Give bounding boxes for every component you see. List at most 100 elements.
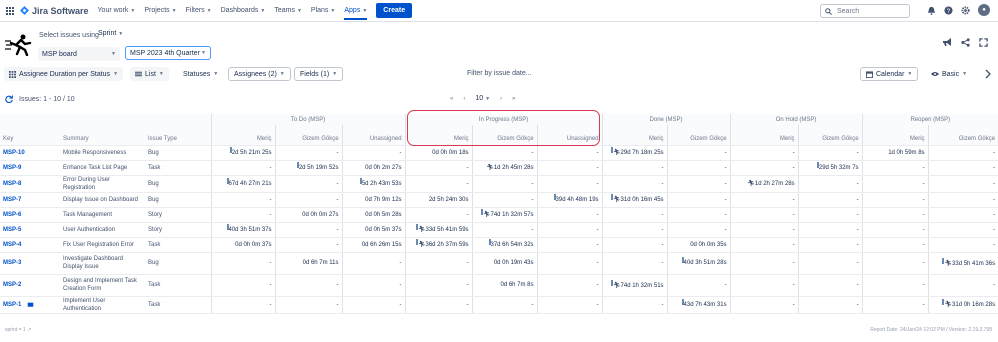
issue-key-link[interactable]: MSP-2 — [0, 274, 60, 297]
select-mode-dropdown[interactable]: Sprint ▼ — [98, 30, 123, 37]
duration-text: - — [531, 196, 534, 203]
assignee-column-header[interactable]: Meriç — [861, 125, 929, 146]
duration-cell: - — [927, 274, 998, 297]
nav-label: Plans — [310, 7, 329, 14]
duration-cell: - — [927, 175, 998, 193]
assignee-column-header[interactable]: Meriç — [210, 125, 276, 146]
create-button[interactable]: Create — [376, 3, 413, 18]
assignee-column-header[interactable]: Unassigned — [341, 125, 406, 146]
notifications-icon[interactable] — [927, 6, 936, 15]
duration-text: - — [596, 180, 599, 187]
fields-filter[interactable]: Fields (1) ▼ — [294, 67, 344, 81]
app-switcher-icon[interactable] — [6, 6, 14, 15]
issue-key-link[interactable]: MSP-4 — [0, 237, 60, 253]
duration-cell: - — [601, 252, 668, 275]
search-input[interactable]: Search — [820, 4, 910, 18]
duration-value: - — [802, 212, 859, 218]
assignee-column-header[interactable]: Gizem Gökçe — [666, 125, 731, 146]
duration-cell: 0d 6h 7m 8s — [471, 274, 538, 297]
duration-text: - — [466, 211, 469, 218]
next-page-icon[interactable]: › — [500, 96, 502, 102]
share-icon[interactable] — [961, 38, 970, 47]
first-page-icon[interactable]: « — [450, 96, 453, 102]
duration-cell: 67d 4h 27m 21s — [210, 175, 276, 193]
fullscreen-icon[interactable] — [979, 38, 988, 47]
duration-cell: - — [536, 145, 603, 161]
sprint-select[interactable]: MSP 2023 4th Quarter ▼ — [125, 46, 211, 60]
last-page-icon[interactable]: » — [512, 96, 515, 102]
nav-apps[interactable]: Apps ▼ — [344, 1, 368, 20]
issue-key-link[interactable]: MSP-5 — [0, 222, 60, 238]
duration-text: 74d 1h 32m 51s — [620, 282, 664, 289]
issue-key-link[interactable]: MSP-8 — [0, 175, 60, 193]
duration-value: 40d 3h 51m 37s — [215, 223, 272, 233]
assignee-column-header[interactable]: Meriç — [601, 125, 668, 146]
assignees-filter[interactable]: Assignees (2) ▼ — [228, 67, 291, 81]
duration-text: - — [466, 260, 469, 266]
page-size-select[interactable]: 10 ▼ — [475, 95, 490, 102]
duration-text: 2d 5h 19m 52s — [298, 164, 339, 171]
issue-key-link[interactable]: MSP-9 — [0, 160, 60, 176]
prev-page-icon[interactable]: ‹ — [463, 96, 465, 102]
scroll-right-icon[interactable] — [985, 69, 991, 79]
duration-text: 74d 1h 32m 57s — [490, 212, 534, 218]
duration-text: 0d 6h 7m 8s — [500, 282, 534, 288]
duration-value: - — [541, 260, 599, 266]
eye-icon — [931, 72, 939, 76]
issue-type: Bug — [145, 175, 212, 193]
issue-key-link[interactable]: MSP-10 — [0, 145, 60, 161]
group-header: Done (MSP) — [601, 114, 731, 125]
issue-key-link[interactable]: MSP-3 — [0, 252, 60, 275]
board-select[interactable]: MSP board ▼ — [38, 47, 120, 61]
type-header[interactable]: Issue Type — [145, 125, 212, 146]
nav-plans[interactable]: Plans ▼ — [311, 7, 335, 14]
assignee-column-header[interactable]: Gizem Gökçe — [797, 125, 863, 146]
help-icon[interactable]: ? — [944, 5, 953, 15]
assignee-column-header[interactable]: Meriç — [729, 125, 799, 146]
assignee-column-header[interactable]: Gizem Gökçe — [927, 125, 998, 146]
refresh-icon[interactable] — [5, 95, 13, 103]
nav-your-work[interactable]: Your work ▼ — [98, 7, 136, 14]
duration-value: - — [932, 242, 995, 248]
issue-key-link[interactable]: MSP-7 — [0, 192, 60, 208]
settings-icon[interactable] — [961, 5, 970, 15]
avatar[interactable]: ● — [978, 4, 990, 16]
issue-key-link[interactable]: MSP-1 ▮▮▮ — [0, 296, 60, 314]
mode-select[interactable]: Basic ▼ — [926, 67, 972, 81]
duration-cell: 2d 5h 24m 30s — [404, 192, 473, 208]
report-type-select[interactable]: Assignee Duration per Status ▼ — [4, 67, 124, 81]
duration-text: - — [993, 149, 996, 156]
issue-summary: Implement User Authentication — [60, 296, 145, 314]
search-placeholder: Search — [837, 7, 860, 15]
issue-key-link[interactable]: MSP-6 — [0, 207, 60, 223]
nav-teams[interactable]: Teams ▼ — [274, 7, 302, 14]
megaphone-icon[interactable] — [942, 38, 952, 47]
calendar-button[interactable]: Calendar ▼ — [860, 67, 919, 81]
chart-icon[interactable]: ▮▮▮ — [27, 302, 33, 308]
nav-dashboards[interactable]: Dashboards ▼ — [221, 7, 266, 14]
jira-logo[interactable]: Jira Software — [20, 6, 89, 16]
jql-link[interactable]: sprint = 1 ↗ — [5, 327, 31, 333]
issue-summary: Fix User Registration Error — [60, 237, 145, 253]
summary-header[interactable]: Summary — [60, 125, 145, 146]
duration-value: 0d 6h 26m 15s — [346, 242, 402, 248]
select-issues-label: Select issues using — [39, 32, 99, 39]
key-header[interactable]: Key — [0, 125, 60, 146]
duration-value: 🏃︎1d 2h 27m 28s — [734, 180, 794, 187]
duration-value: - — [734, 227, 795, 233]
duration-cell: - — [729, 207, 799, 223]
statuses-filter[interactable]: Statuses ▼ — [178, 67, 223, 81]
duration-value: - — [802, 260, 859, 266]
duration-cell: - — [536, 160, 603, 176]
assignee-column-header[interactable]: Gizem Gökçe — [274, 125, 343, 146]
nav-filters[interactable]: Filters ▼ — [186, 7, 212, 14]
duration-cell: - — [729, 252, 799, 275]
duration-value: - — [734, 212, 795, 218]
duration-value: - — [476, 181, 534, 187]
nav-projects[interactable]: Projects ▼ — [144, 7, 176, 14]
duration-text: - — [856, 301, 859, 308]
filter-by-date-link[interactable]: Filter by issue date... — [467, 70, 532, 77]
issue-summary: Design and Implement Task Creation Form — [60, 274, 145, 297]
duration-text: - — [993, 196, 996, 203]
view-select[interactable]: List ▼ — [130, 67, 169, 81]
